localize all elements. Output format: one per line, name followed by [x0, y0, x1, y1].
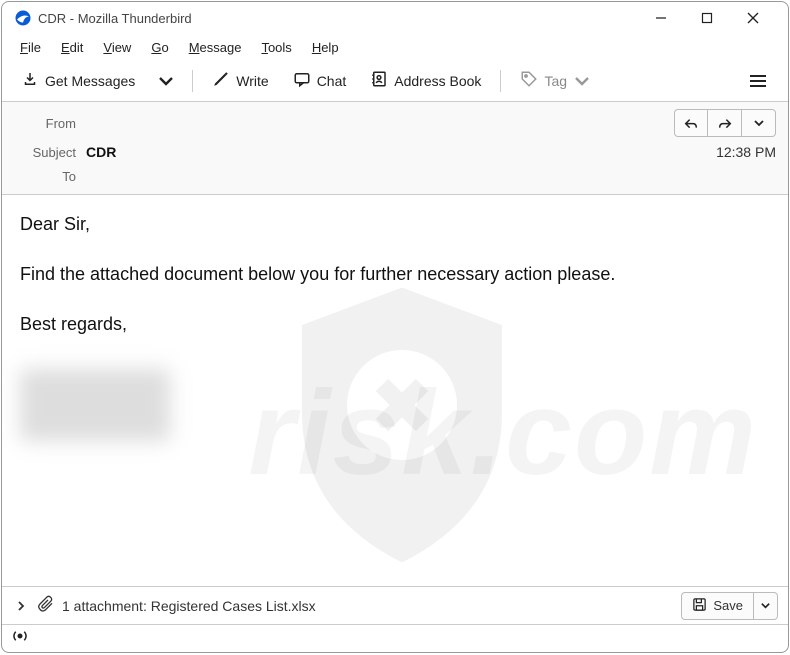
connection-icon[interactable] [10, 628, 30, 649]
thunderbird-icon [14, 9, 32, 27]
message-body: risk.com Dear Sir, Find the attached doc… [2, 195, 788, 586]
title-bar: CDR - Mozilla Thunderbird [2, 2, 788, 34]
body-greeting: Dear Sir, [20, 211, 770, 239]
chat-button[interactable]: Chat [284, 65, 356, 96]
more-actions-button[interactable] [742, 109, 776, 137]
body-line: Find the attached document below you for… [20, 261, 770, 289]
attachment-bar: 1 attachment: Registered Cases List.xlsx… [2, 586, 788, 624]
get-messages-button[interactable]: Get Messages [12, 65, 144, 96]
to-label: To [14, 169, 76, 184]
subject-label: Subject [14, 145, 76, 160]
body-signoff: Best regards, [20, 311, 770, 339]
menu-edit[interactable]: Edit [53, 38, 91, 57]
main-toolbar: Get Messages Write Chat Address Book Tag [2, 60, 788, 102]
menu-tools[interactable]: Tools [253, 38, 299, 57]
message-headers: From Subject CDR 12:38 PM To [2, 102, 788, 195]
status-bar [2, 624, 788, 652]
forward-button[interactable] [708, 109, 742, 137]
signature-redacted [20, 369, 170, 441]
save-attachment-button[interactable]: Save [681, 592, 754, 620]
app-window: CDR - Mozilla Thunderbird File Edit View… [1, 1, 789, 653]
download-icon [21, 70, 39, 91]
address-book-icon [370, 70, 388, 91]
app-menu-button[interactable] [738, 65, 778, 97]
menu-help[interactable]: Help [304, 38, 347, 57]
attachment-expand[interactable] [12, 600, 30, 612]
menu-go[interactable]: Go [143, 38, 176, 57]
paperclip-icon [38, 595, 54, 616]
separator [192, 70, 193, 92]
message-time: 12:38 PM [716, 144, 776, 160]
from-label: From [14, 116, 76, 131]
pencil-icon [212, 70, 230, 91]
write-button[interactable]: Write [203, 65, 277, 96]
subject-value: CDR [86, 144, 116, 160]
minimize-button[interactable] [638, 2, 684, 34]
maximize-button[interactable] [684, 2, 730, 34]
window-title: CDR - Mozilla Thunderbird [38, 11, 638, 26]
save-attachment-dropdown[interactable] [754, 592, 778, 620]
attachment-text[interactable]: 1 attachment: Registered Cases List.xlsx [62, 598, 673, 614]
close-button[interactable] [730, 2, 776, 34]
save-icon [692, 597, 707, 615]
address-book-button[interactable]: Address Book [361, 65, 490, 96]
tag-button[interactable]: Tag [511, 65, 600, 96]
chat-icon [293, 70, 311, 91]
separator [500, 70, 501, 92]
get-messages-dropdown[interactable] [150, 67, 182, 95]
menu-message[interactable]: Message [181, 38, 250, 57]
menu-file[interactable]: File [12, 38, 49, 57]
menu-view[interactable]: View [95, 38, 139, 57]
menu-bar: File Edit View Go Message Tools Help [2, 34, 788, 60]
reply-button[interactable] [674, 109, 708, 137]
tag-icon [520, 70, 538, 91]
